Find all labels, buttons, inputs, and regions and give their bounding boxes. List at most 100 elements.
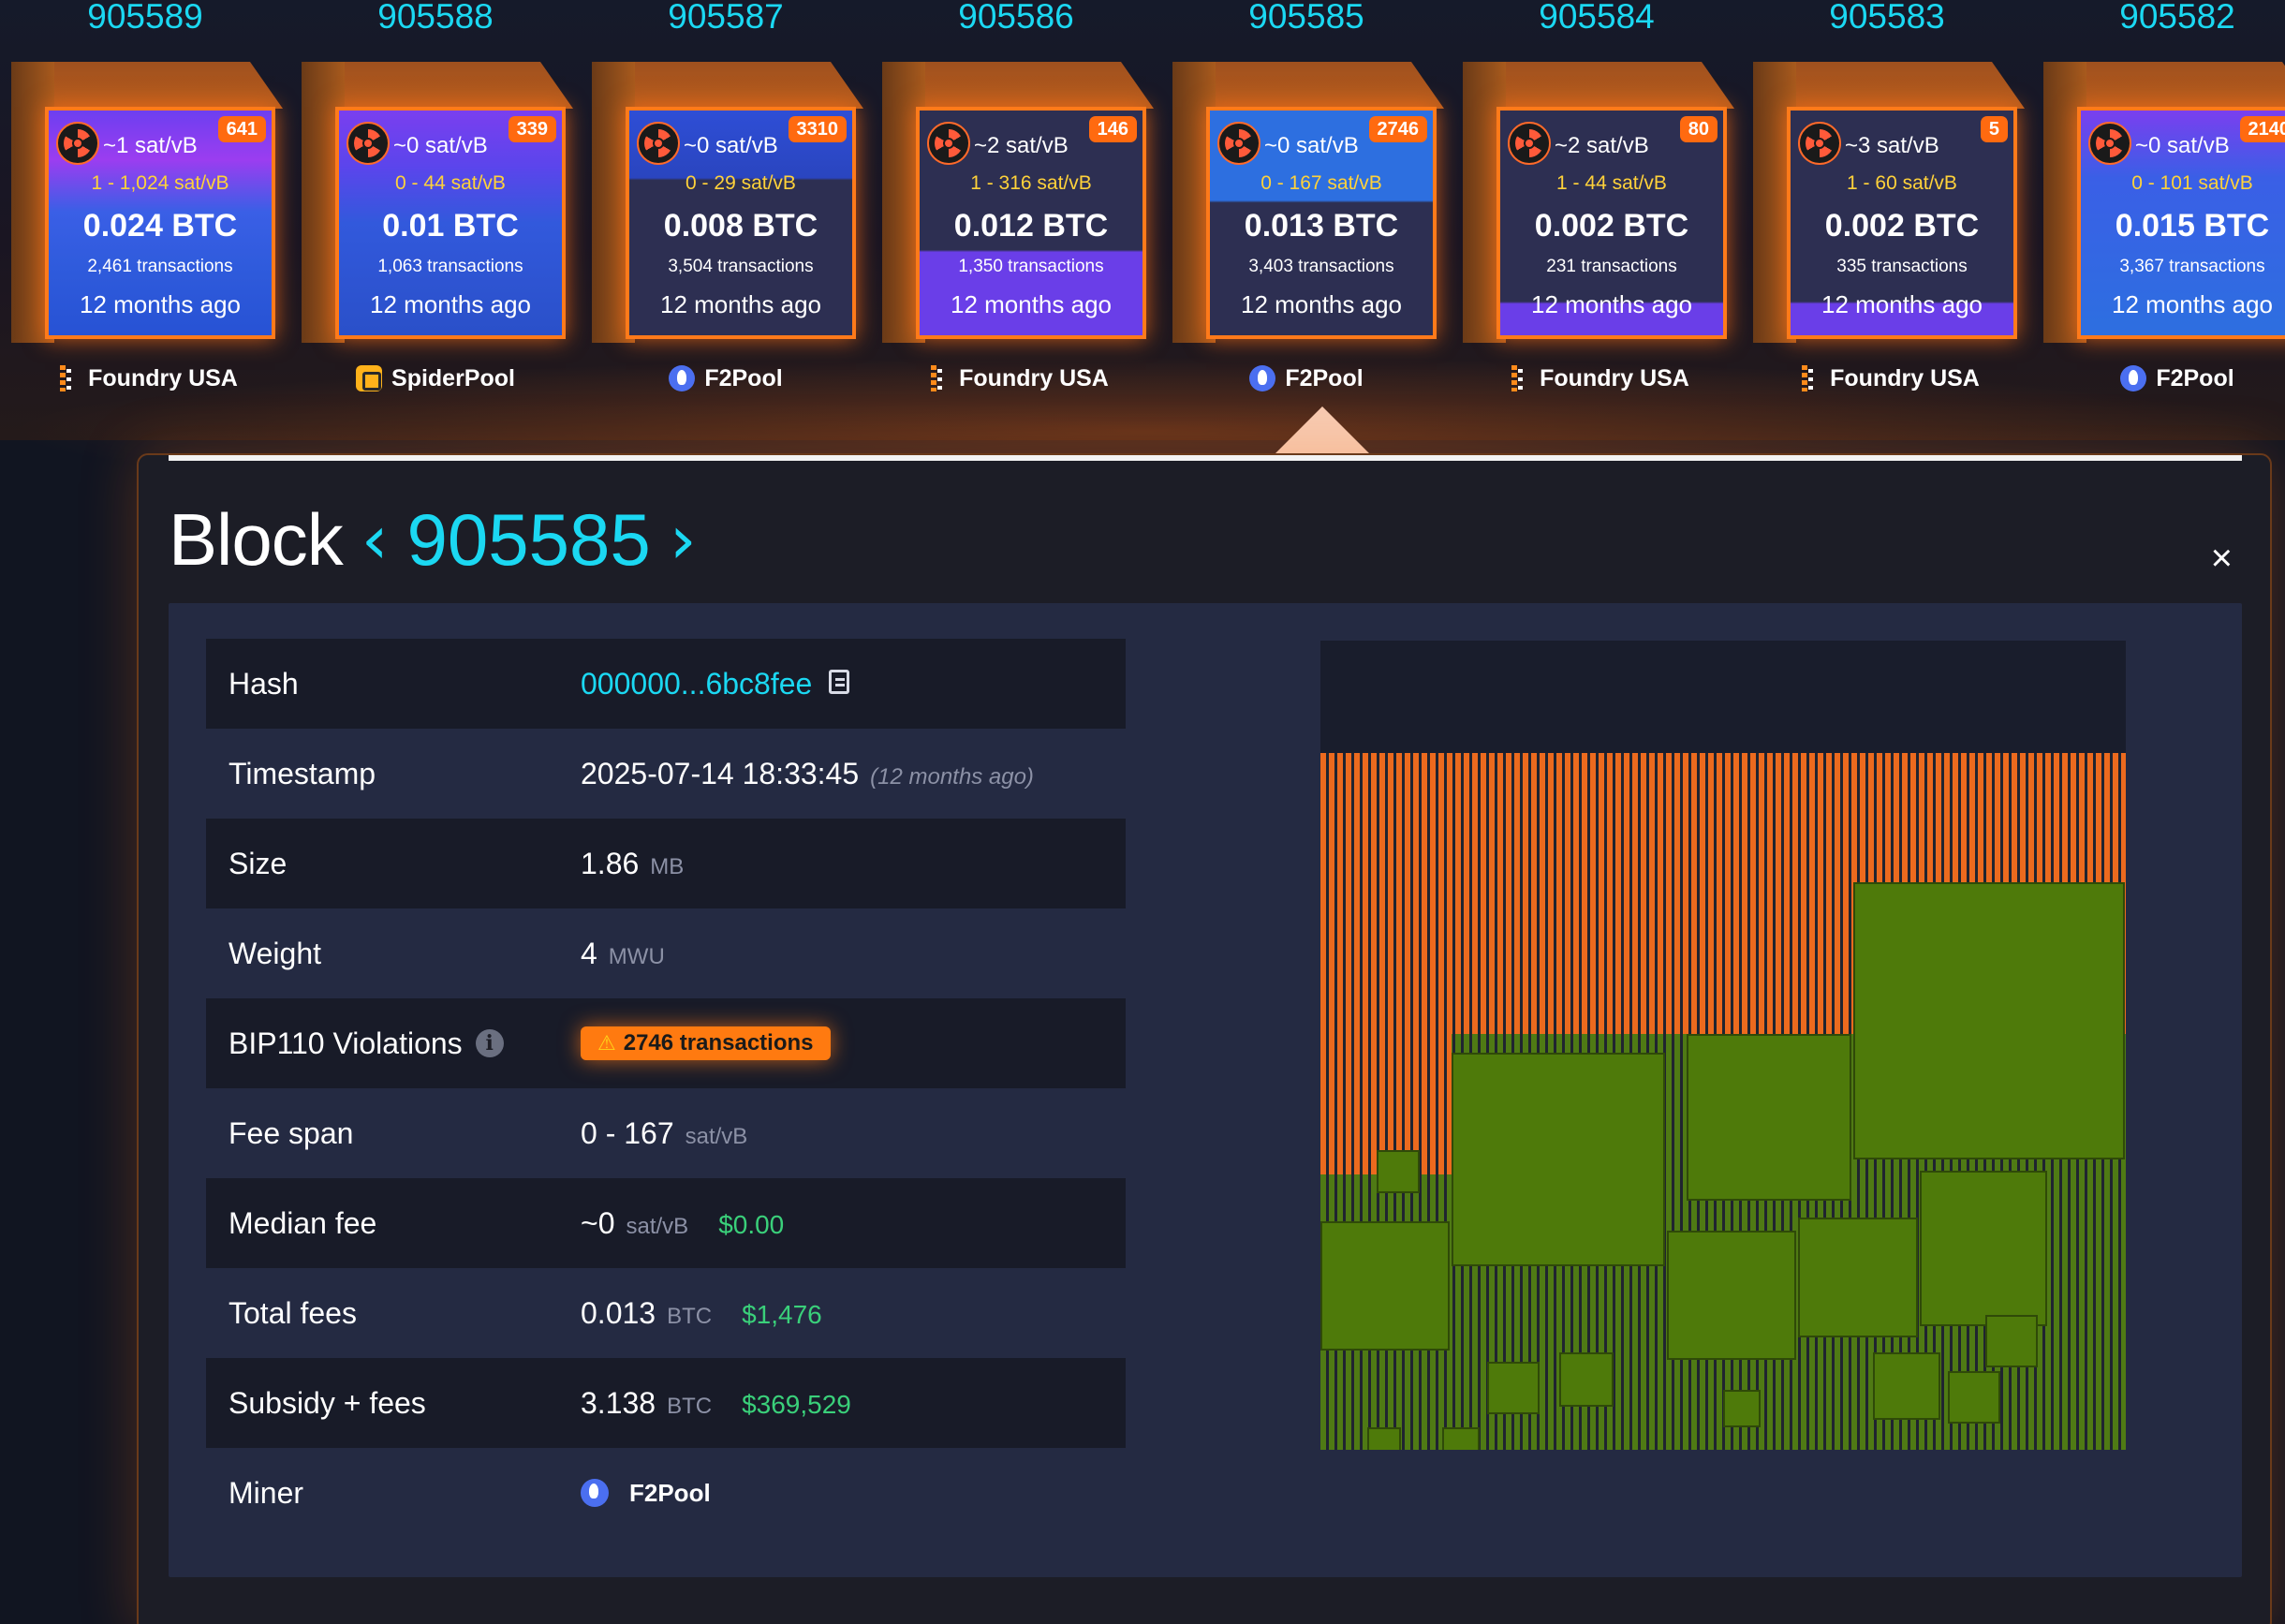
median-fee: ~0 sat/vB [2135, 133, 2230, 158]
cube-front-face[interactable]: ~0 sat/vB 2140 0 - 101 sat/vB 0.015 BTC … [2077, 107, 2285, 339]
block-height-label[interactable]: 905582 [2032, 0, 2285, 36]
block-cube[interactable]: ~0 sat/vB 339 0 - 44 sat/vB 0.01 BTC 1,0… [302, 62, 573, 343]
block-title-label: Block [169, 497, 344, 581]
violation-count-badge: 80 [1679, 116, 1717, 142]
miner-link[interactable]: F2Pool [581, 1479, 711, 1508]
block-miner[interactable]: F2Pool [581, 365, 871, 392]
miner-name: Foundry USA [1830, 365, 1980, 391]
block-cube[interactable]: ~0 sat/vB 3310 0 - 29 sat/vB 0.008 BTC 3… [592, 62, 863, 343]
block-card[interactable]: 905582 ~0 sat/vB 2140 0 - 101 sat/vB 0.0… [2032, 0, 2285, 412]
block-treemap[interactable] [1320, 641, 2126, 1450]
hash-link[interactable]: 000000...6bc8fee [581, 667, 812, 701]
miner-name: Foundry USA [88, 365, 238, 391]
cube-front-face[interactable]: ~1 sat/vB 641 1 - 1,024 sat/vB 0.024 BTC… [45, 107, 275, 339]
foundry-icon [52, 365, 79, 391]
bip110-violations-badge[interactable]: ⚠ 2746 transactions [581, 1026, 831, 1060]
transaction-box[interactable] [1367, 1427, 1401, 1450]
tx-count: 2,461 transactions [87, 257, 233, 276]
radioactive-icon [1217, 122, 1260, 165]
block-card[interactable]: 905586 ~2 sat/vB 146 1 - 316 sat/vB 0.01… [871, 0, 1161, 412]
time-ago: 12 months ago [1821, 290, 1983, 318]
tx-count: 3,367 transactions [2119, 257, 2265, 276]
block-height-label[interactable]: 905589 [0, 0, 290, 36]
block-height-label[interactable]: 905583 [1742, 0, 2032, 36]
transaction-box[interactable] [1798, 1218, 1918, 1337]
time-ago: 12 months ago [659, 290, 821, 318]
tx-count: 3,403 transactions [1248, 257, 1394, 276]
block-card[interactable]: 905583 ~3 sat/vB 5 1 - 60 sat/vB 0.002 B… [1742, 0, 2032, 412]
block-card[interactable]: 905588 ~0 sat/vB 339 0 - 44 sat/vB 0.01 … [290, 0, 581, 412]
copy-icon[interactable] [829, 669, 850, 694]
block-height-label[interactable]: 905584 [1452, 0, 1742, 36]
total-fees: 0.008 BTC [663, 208, 818, 244]
fee-span-row: Fee span 0 - 167 sat/vB [206, 1088, 1126, 1178]
median-fee-unit: sat/vB [626, 1213, 689, 1239]
cube-front-face[interactable]: ~3 sat/vB 5 1 - 60 sat/vB 0.002 BTC 335 … [1787, 107, 2017, 339]
transaction-box[interactable] [1667, 1231, 1796, 1360]
median-fee: ~0 sat/vB [1264, 133, 1359, 158]
transaction-box[interactable] [1873, 1352, 1940, 1420]
block-card[interactable]: 905589 ~1 sat/vB 641 1 - 1,024 sat/vB 0.… [0, 0, 290, 412]
transaction-box[interactable] [1723, 1390, 1761, 1427]
block-miner[interactable]: Foundry USA [0, 365, 290, 392]
block-height-label[interactable]: 905585 [1161, 0, 1452, 36]
block-card[interactable]: 905584 ~2 sat/vB 80 1 - 44 sat/vB 0.002 … [1452, 0, 1742, 412]
block-cube[interactable]: ~2 sat/vB 80 1 - 44 sat/vB 0.002 BTC 231… [1463, 62, 1734, 343]
bip110-row: BIP110 Violations i ⚠ 2746 transactions [206, 998, 1126, 1088]
block-height-label[interactable]: 905587 [581, 0, 871, 36]
block-miner[interactable]: F2Pool [2032, 365, 2285, 392]
block-cube[interactable]: ~3 sat/vB 5 1 - 60 sat/vB 0.002 BTC 335 … [1753, 62, 2025, 343]
block-card[interactable]: 905585 ~0 sat/vB 2746 0 - 167 sat/vB 0.0… [1161, 0, 1452, 412]
radioactive-icon [927, 122, 970, 165]
total-fees-value: 0.013 [581, 1295, 656, 1330]
block-cube[interactable]: ~0 sat/vB 2140 0 - 101 sat/vB 0.015 BTC … [2043, 62, 2285, 343]
transaction-box[interactable] [1948, 1371, 2000, 1424]
transaction-box[interactable] [1920, 1171, 2047, 1326]
transaction-box[interactable] [1320, 1221, 1450, 1351]
transaction-box[interactable] [1687, 1034, 1851, 1201]
transaction-box[interactable] [1853, 882, 2125, 1159]
size-unit: MB [650, 853, 685, 879]
block-miner[interactable]: SpiderPool [290, 365, 581, 392]
block-card[interactable]: 905587 ~0 sat/vB 3310 0 - 29 sat/vB 0.00… [581, 0, 871, 412]
miner-value: F2Pool [629, 1478, 711, 1507]
chevron-left-icon[interactable]: ‹ [361, 500, 389, 579]
cube-front-face[interactable]: ~2 sat/vB 146 1 - 316 sat/vB 0.012 BTC 1… [916, 107, 1146, 339]
close-icon[interactable]: × [2211, 538, 2233, 580]
weight-row: Weight 4 MWU [206, 908, 1126, 998]
median-fee: ~2 sat/vB [1555, 133, 1649, 158]
subsidy-usd: $369,529 [742, 1389, 851, 1419]
transaction-box[interactable] [1559, 1352, 1614, 1407]
block-height-label[interactable]: 905588 [290, 0, 581, 36]
block-cube[interactable]: ~0 sat/vB 2746 0 - 167 sat/vB 0.013 BTC … [1172, 62, 1444, 343]
transaction-box[interactable] [1985, 1315, 2038, 1367]
block-miner[interactable]: Foundry USA [1742, 365, 2032, 392]
chevron-right-icon[interactable]: › [670, 500, 697, 579]
f2pool-icon [581, 1479, 609, 1507]
transaction-box[interactable] [1377, 1150, 1420, 1193]
block-miner[interactable]: Foundry USA [871, 365, 1161, 392]
subsidy-unit: BTC [667, 1393, 713, 1419]
cube-front-face[interactable]: ~0 sat/vB 2746 0 - 167 sat/vB 0.013 BTC … [1206, 107, 1437, 339]
cube-front-face[interactable]: ~0 sat/vB 3310 0 - 29 sat/vB 0.008 BTC 3… [626, 107, 856, 339]
panel-top-rule [169, 455, 2242, 461]
info-icon[interactable]: i [475, 1029, 504, 1057]
transaction-box[interactable] [1452, 1053, 1665, 1266]
block-miner[interactable]: F2Pool [1161, 365, 1452, 392]
median-fee-usd: $0.00 [718, 1209, 785, 1239]
cube-front-face[interactable]: ~2 sat/vB 80 1 - 44 sat/vB 0.002 BTC 231… [1496, 107, 1727, 339]
transaction-box[interactable] [1487, 1362, 1540, 1414]
transaction-box[interactable] [1442, 1427, 1480, 1450]
block-cube[interactable]: ~1 sat/vB 641 1 - 1,024 sat/vB 0.024 BTC… [11, 62, 283, 343]
block-height-label[interactable]: 905586 [871, 0, 1161, 36]
median-fee-label: Median fee [228, 1205, 377, 1240]
fee-span-label: Fee span [228, 1115, 354, 1150]
radioactive-icon [1508, 122, 1551, 165]
total-fees: 0.002 BTC [1824, 208, 1980, 244]
size-value: 1.86 [581, 846, 640, 880]
total-fees-usd: $1,476 [742, 1299, 822, 1329]
block-cube[interactable]: ~2 sat/vB 146 1 - 316 sat/vB 0.012 BTC 1… [882, 62, 1154, 343]
subsidy-value: 3.138 [581, 1385, 656, 1420]
block-miner[interactable]: Foundry USA [1452, 365, 1742, 392]
cube-front-face[interactable]: ~0 sat/vB 339 0 - 44 sat/vB 0.01 BTC 1,0… [335, 107, 566, 339]
